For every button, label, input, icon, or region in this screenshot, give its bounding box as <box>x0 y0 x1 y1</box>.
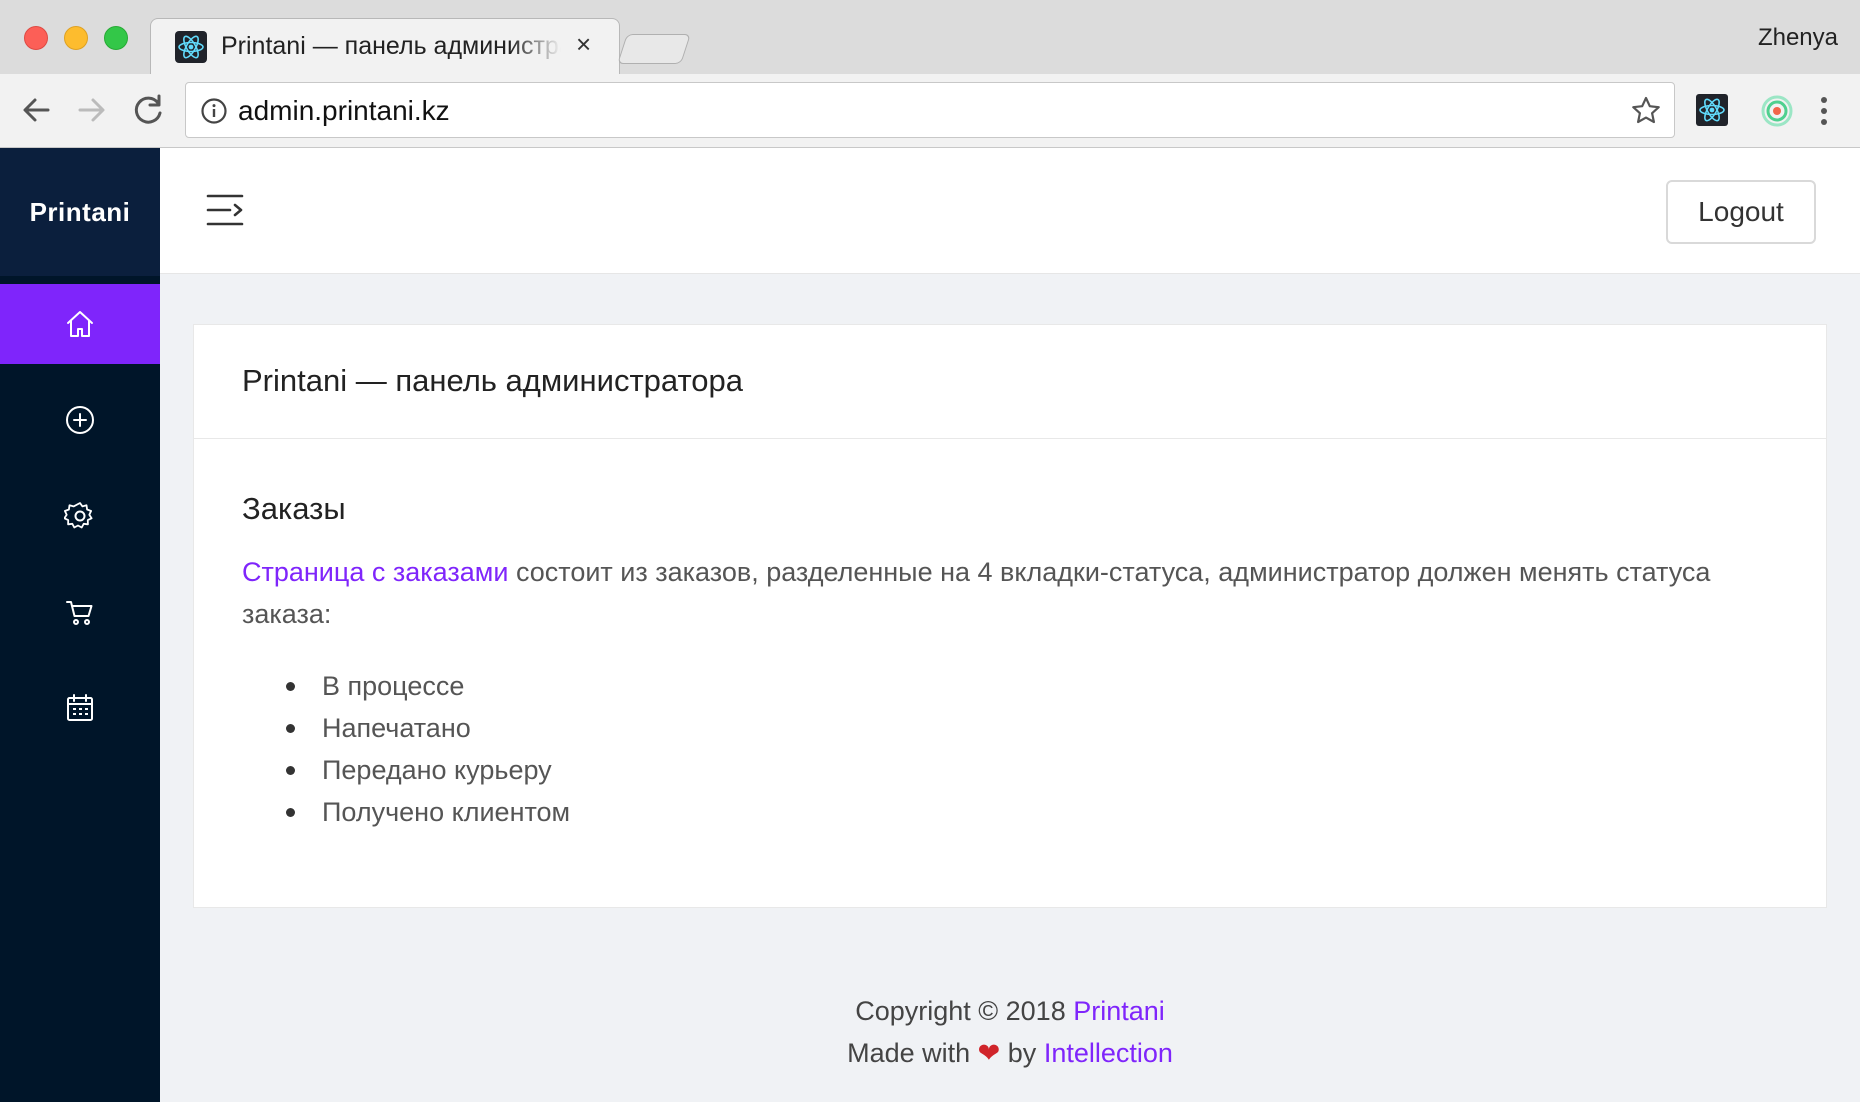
section-title: Заказы <box>242 491 346 526</box>
forward-arrow-icon[interactable] <box>72 90 112 130</box>
intellection-link[interactable]: Intellection <box>1044 1038 1173 1068</box>
settings-icon <box>64 502 93 529</box>
plus-circle-icon <box>66 406 94 434</box>
status-list: В процессе Напечатано Передано курьеру П… <box>242 665 570 833</box>
list-item: Получено клиентом <box>242 791 570 833</box>
sidebar-item-settings[interactable] <box>0 476 160 556</box>
copyright-line: Copyright © 2018 Printani <box>160 990 1860 1032</box>
list-item: Напечатано <box>242 707 570 749</box>
react-favicon-icon <box>175 31 207 63</box>
list-item: Передано курьеру <box>242 749 570 791</box>
maximize-window-button[interactable] <box>104 26 128 50</box>
address-bar[interactable]: admin.printani.kz <box>185 82 1675 138</box>
orders-page-link[interactable]: Страница с заказами <box>242 557 508 587</box>
made-with-text: Made with <box>847 1038 978 1068</box>
description-paragraph: Страница с заказами состоит из заказов, … <box>242 551 1782 635</box>
sidebar-logo[interactable]: Printani <box>0 148 160 276</box>
extension-target-icon[interactable] <box>1760 94 1794 128</box>
browser-toolbar: admin.printani.kz <box>0 74 1860 148</box>
sidebar: Printani <box>0 148 160 1102</box>
shopping-cart-icon <box>66 601 93 625</box>
card-header: Printani — панель администратора <box>194 325 1826 439</box>
home-icon <box>67 311 93 337</box>
sidebar-item-home[interactable] <box>0 284 160 364</box>
list-item: В процессе <box>242 665 570 707</box>
sidebar-item-cart[interactable] <box>0 572 160 652</box>
browser-titlebar: Printani — панель администратора × Zheny… <box>0 0 1860 76</box>
menu-toggle-icon[interactable] <box>206 192 244 228</box>
minimize-window-button[interactable] <box>64 26 88 50</box>
copyright-text: Copyright © 2018 <box>855 996 1074 1026</box>
tab-close-icon[interactable]: × <box>576 29 591 60</box>
browser-menu-icon[interactable] <box>1814 92 1834 130</box>
reload-icon[interactable] <box>128 90 168 130</box>
new-tab-button[interactable] <box>617 34 691 64</box>
admin-app: Printani Logout Printani — панель админи… <box>0 148 1860 1102</box>
app-header: Logout <box>160 148 1860 274</box>
tab-title: Printani — панель администратора <box>221 32 561 60</box>
profile-name[interactable]: Zhenya <box>1758 24 1838 52</box>
card-title: Printani — панель администратора <box>242 363 744 398</box>
close-window-button[interactable] <box>24 26 48 50</box>
logout-button[interactable]: Logout <box>1666 180 1816 244</box>
calendar-icon <box>67 694 93 721</box>
info-icon[interactable] <box>200 97 228 125</box>
browser-tab[interactable]: Printani — панель администратора × <box>150 18 620 76</box>
footer: Copyright © 2018 Printani Made with ❤ by… <box>160 990 1860 1074</box>
bookmark-star-icon[interactable] <box>1630 95 1662 127</box>
by-text: by <box>1000 1038 1044 1068</box>
react-devtools-icon[interactable] <box>1696 94 1728 126</box>
made-with-line: Made with ❤ by Intellection <box>160 1032 1860 1074</box>
back-arrow-icon[interactable] <box>16 90 56 130</box>
content-card: Printani — панель администратора Заказы … <box>193 324 1827 908</box>
printani-link[interactable]: Printani <box>1073 996 1165 1026</box>
heart-icon: ❤ <box>977 1038 1001 1068</box>
sidebar-item-add[interactable] <box>0 380 160 460</box>
url-text[interactable]: admin.printani.kz <box>238 95 450 127</box>
sidebar-item-calendar[interactable] <box>0 668 160 748</box>
